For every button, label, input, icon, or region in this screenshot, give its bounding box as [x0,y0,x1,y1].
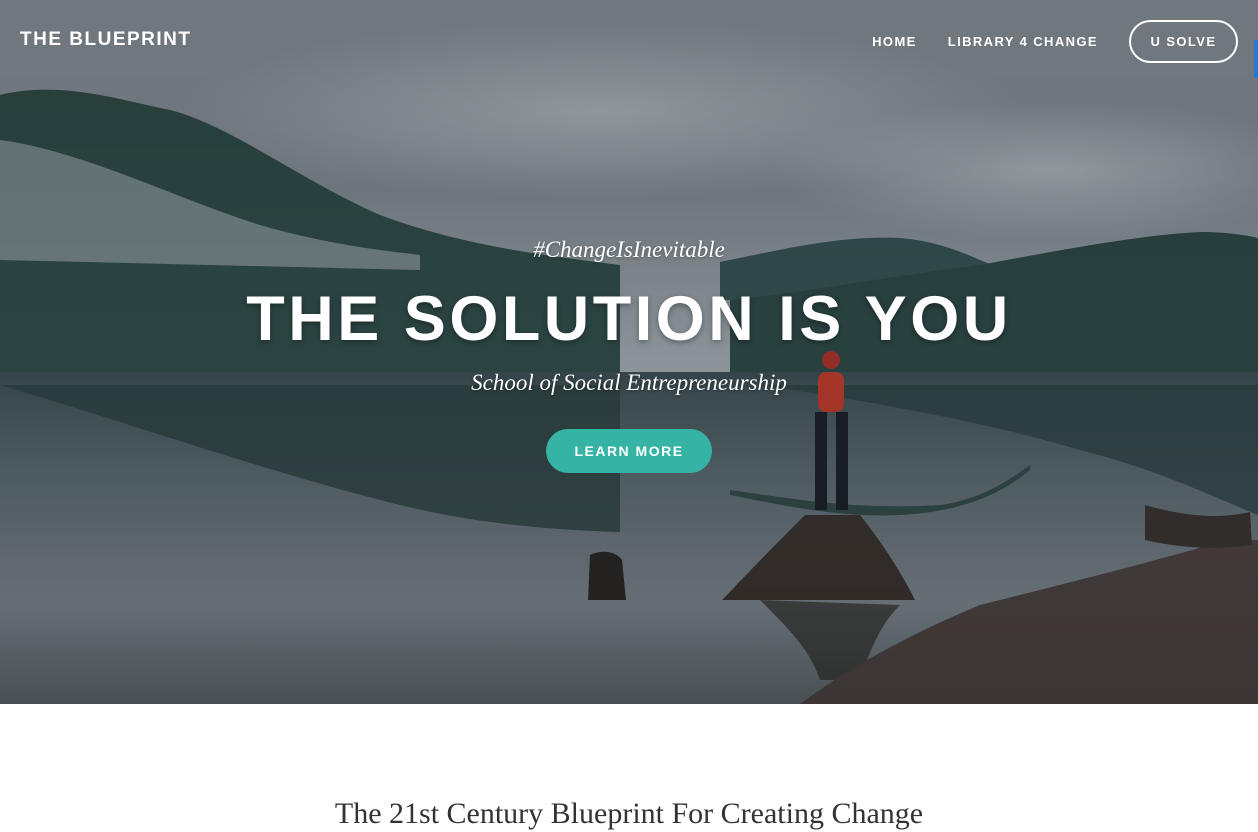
nav-u-solve-button[interactable]: U SOLVE [1129,20,1238,63]
hero-subtitle: School of Social Entrepreneurship [471,370,787,395]
section-heading: The 21st Century Blueprint For Creating … [334,797,924,830]
site-logo[interactable]: THE BLUEPRINT [20,29,192,51]
nav-home-link[interactable]: HOME [872,34,917,49]
hero-content: #ChangeIsInevitable THE SOLUTION IS YOU … [0,236,1258,473]
hero-headline: THE SOLUTION IS YOU [246,284,1012,354]
learn-more-button[interactable]: LEARN MORE [546,429,712,473]
nav-library-link[interactable]: LIBRARY 4 CHANGE [948,34,1098,49]
hero-section: THE BLUEPRINT HOME LIBRARY 4 CHANGE U SO… [0,0,1258,704]
main-nav: HOME LIBRARY 4 CHANGE U SOLVE [872,20,1238,63]
side-edge-tab[interactable] [1254,40,1258,78]
hero-hashtag: #ChangeIsInevitable [533,237,725,262]
